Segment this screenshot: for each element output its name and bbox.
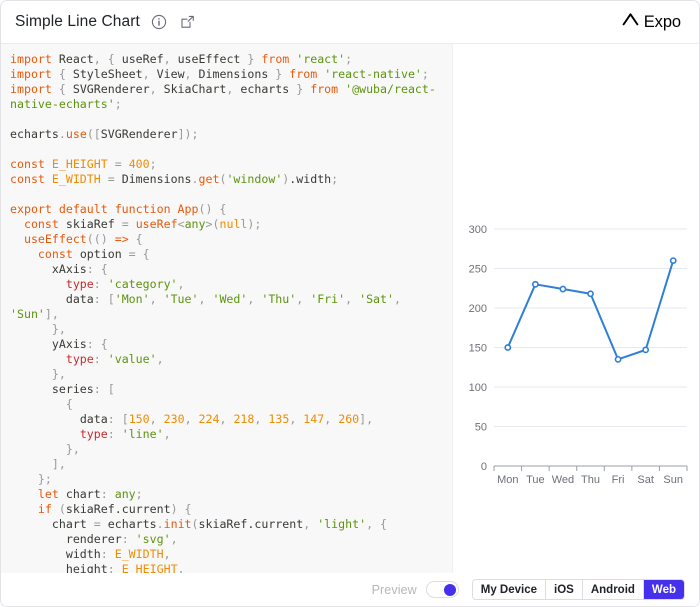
svg-text:250: 250 bbox=[469, 264, 487, 276]
footer-toolbar: Preview My DeviceiOSAndroidWeb bbox=[1, 573, 699, 606]
svg-text:100: 100 bbox=[469, 382, 487, 394]
svg-text:Tue: Tue bbox=[526, 474, 545, 486]
preview-pane: 0 50 100 150 200 250 300 Mon Tue Wed Thu Fri Sat Sun bbox=[453, 44, 699, 575]
header-bar: Simple Line Chart bbox=[1, 1, 699, 44]
svg-text:300: 300 bbox=[469, 224, 487, 236]
platform-button-my-device[interactable]: My Device bbox=[473, 580, 546, 599]
expo-chevron-logo-icon bbox=[622, 12, 639, 32]
page-title: Simple Line Chart bbox=[15, 13, 140, 31]
svg-text:0: 0 bbox=[481, 461, 487, 473]
svg-text:Fri: Fri bbox=[612, 474, 625, 486]
platform-button-ios[interactable]: iOS bbox=[546, 580, 583, 599]
line-chart: 0 50 100 150 200 250 300 Mon Tue Wed Thu Fri Sat Sun bbox=[453, 44, 699, 575]
editor-preview-split: import React, { useRef, useEffect } from… bbox=[1, 44, 699, 575]
svg-text:Sun: Sun bbox=[663, 474, 683, 486]
preview-toggle-knob bbox=[444, 584, 456, 596]
header-left-group: Simple Line Chart bbox=[15, 13, 622, 31]
snack-embed-window: Simple Line Chart bbox=[0, 0, 700, 607]
external-link-icon[interactable] bbox=[179, 14, 196, 31]
platform-target-group: My DeviceiOSAndroidWeb bbox=[472, 579, 685, 600]
svg-text:Mon: Mon bbox=[497, 474, 518, 486]
svg-text:Sat: Sat bbox=[637, 474, 654, 486]
svg-text:Thu: Thu bbox=[581, 474, 600, 486]
platform-button-android[interactable]: Android bbox=[583, 580, 644, 599]
svg-text:150: 150 bbox=[469, 343, 487, 355]
platform-button-web[interactable]: Web bbox=[644, 580, 684, 599]
expo-brand[interactable]: Expo bbox=[622, 12, 685, 32]
code-editor-pane[interactable]: import React, { useRef, useEffect } from… bbox=[1, 44, 453, 575]
expo-wordmark: Expo bbox=[644, 13, 681, 32]
code-scroll-area[interactable]: import React, { useRef, useEffect } from… bbox=[1, 44, 452, 575]
info-circle-icon[interactable] bbox=[151, 14, 168, 31]
svg-text:Wed: Wed bbox=[552, 474, 574, 486]
code-content[interactable]: import React, { useRef, useEffect } from… bbox=[10, 52, 446, 575]
svg-text:50: 50 bbox=[475, 422, 487, 434]
svg-text:200: 200 bbox=[469, 303, 487, 315]
preview-toggle[interactable] bbox=[426, 581, 459, 598]
preview-label: Preview bbox=[372, 583, 417, 597]
